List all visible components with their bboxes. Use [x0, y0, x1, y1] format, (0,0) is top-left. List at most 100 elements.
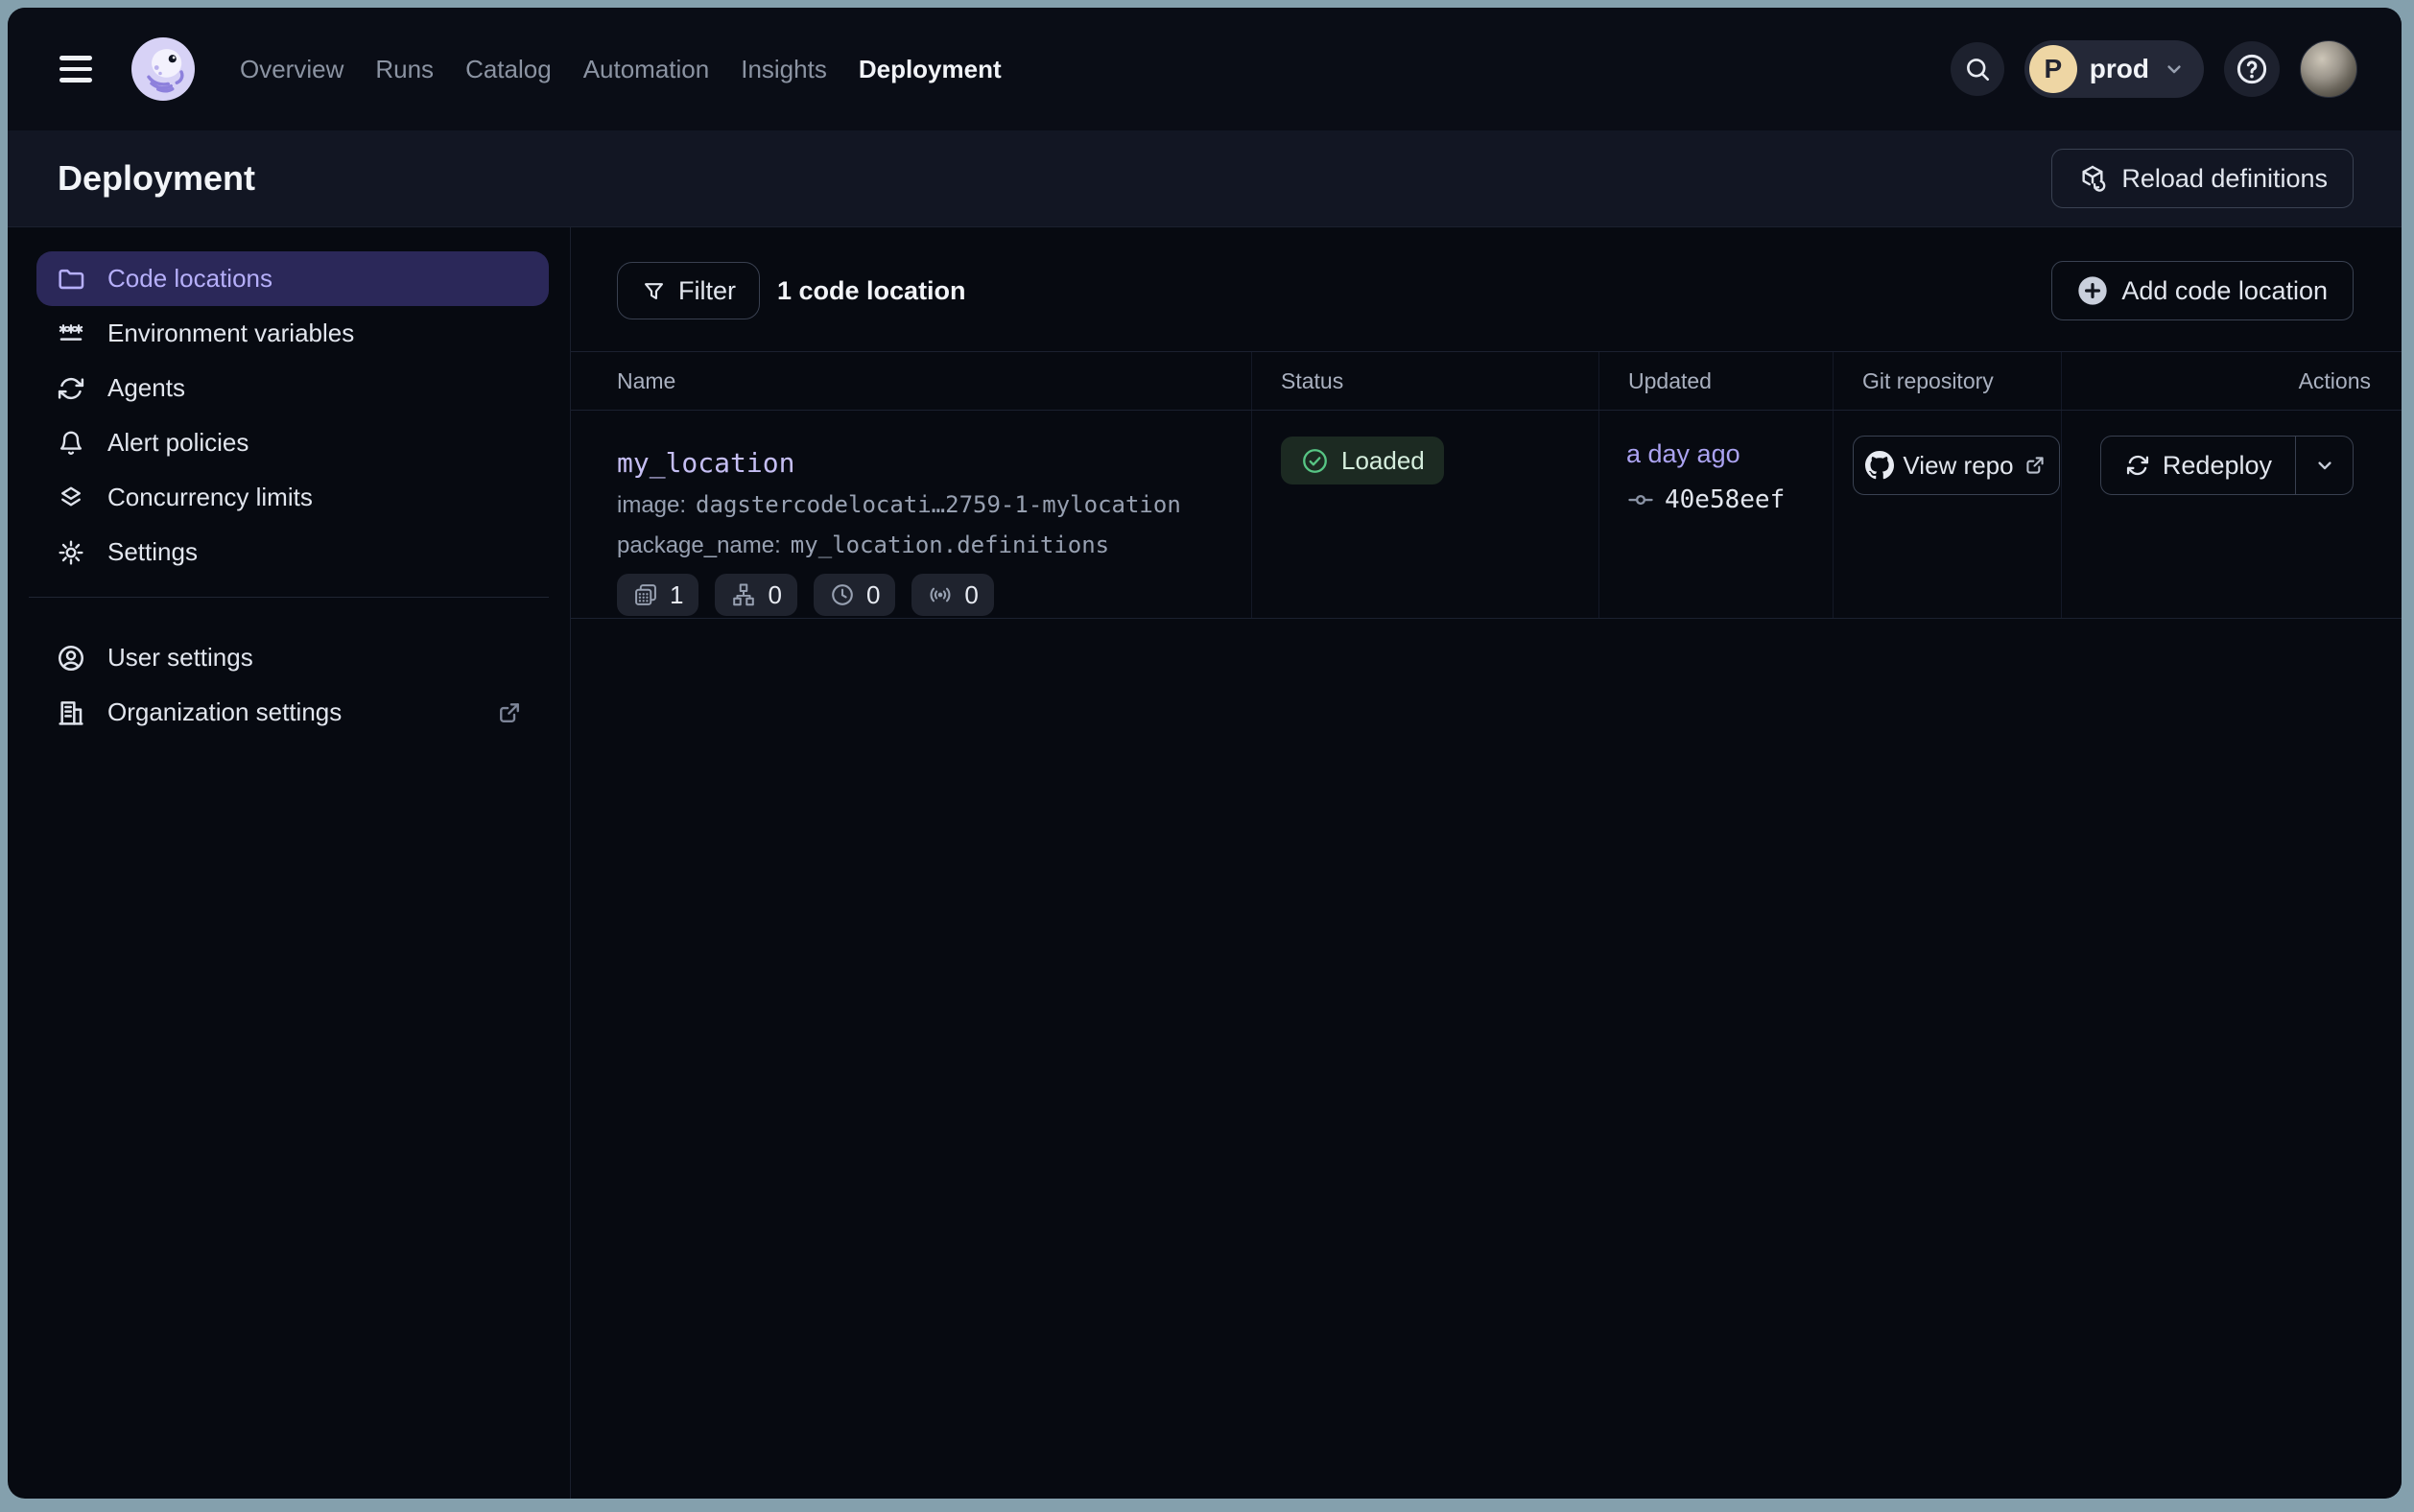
sensors-icon	[927, 581, 954, 608]
add-code-location-label: Add code location	[2121, 276, 2328, 306]
env-vars-icon	[56, 319, 86, 349]
user-avatar[interactable]	[2300, 40, 2357, 98]
plus-circle-icon	[2077, 275, 2108, 306]
package-line: package_name: my_location.definitions	[617, 532, 1232, 559]
user-circle-icon	[56, 643, 86, 673]
sidebar-item-concurrency-limits[interactable]: Concurrency limits	[36, 470, 549, 525]
redeploy-label: Redeploy	[2163, 451, 2272, 481]
package-label: package_name:	[617, 532, 781, 559]
workspace-switcher[interactable]: P prod	[2024, 40, 2204, 98]
updated-timestamp-link[interactable]: a day ago	[1626, 439, 1833, 469]
page-title: Deployment	[58, 158, 255, 199]
gear-icon	[56, 537, 86, 568]
column-header-actions: Actions	[2061, 352, 2402, 410]
chevron-down-icon	[2162, 57, 2187, 82]
toolbar: Filter 1 code location Add code location	[617, 261, 2354, 320]
code-location-link[interactable]: my_location	[617, 447, 1232, 479]
filter-icon	[641, 278, 667, 304]
image-value: dagstercodelocati…2759-1-mylocation	[696, 491, 1181, 518]
code-locations-content: Filter 1 code location Add code location…	[571, 227, 2402, 1499]
redeploy-split-button: Redeploy	[2100, 436, 2354, 495]
deployment-sidebar: Code locations Environment variables	[8, 227, 571, 1499]
sensors-badge[interactable]: 0	[911, 574, 993, 616]
redeploy-icon	[2124, 452, 2151, 479]
column-header-updated: Updated	[1598, 352, 1833, 410]
help-button[interactable]	[2224, 41, 2280, 97]
commit-line: 40e58eef	[1626, 485, 1833, 514]
sidebar-item-alert-policies[interactable]: Alert policies	[36, 415, 549, 470]
chevron-down-icon	[2312, 453, 2337, 478]
nav-item-runs[interactable]: Runs	[375, 55, 434, 84]
sidebar-item-label: Code locations	[107, 264, 272, 294]
sidebar-item-user-settings[interactable]: User settings	[36, 630, 549, 685]
sidebar-item-code-locations[interactable]: Code locations	[36, 251, 549, 306]
reload-definitions-icon	[2077, 163, 2108, 194]
sidebar-item-label: Agents	[107, 373, 185, 403]
package-value: my_location.definitions	[791, 532, 1109, 558]
schedules-count: 0	[866, 580, 880, 610]
help-icon	[2234, 51, 2270, 87]
bell-icon	[56, 428, 86, 459]
column-header-git-repository: Git repository	[1833, 352, 2061, 410]
search-button[interactable]	[1951, 42, 2004, 96]
sidebar-item-organization-settings[interactable]: Organization settings	[36, 685, 549, 740]
status-label: Loaded	[1341, 446, 1425, 476]
view-repo-label: View repo	[1903, 451, 2013, 481]
folder-icon	[56, 264, 86, 295]
asset-graph-badge[interactable]: 0	[715, 574, 796, 616]
definition-count-badges: 1	[617, 574, 1232, 616]
jobs-count: 1	[670, 580, 683, 610]
search-icon	[1963, 55, 1992, 83]
app-window: Overview Runs Catalog Automation Insight…	[8, 8, 2402, 1499]
reload-definitions-button[interactable]: Reload definitions	[2051, 149, 2354, 208]
commit-hash: 40e58eef	[1665, 485, 1785, 514]
commit-icon	[1626, 485, 1655, 514]
hamburger-menu-icon[interactable]	[59, 56, 92, 83]
nav-item-catalog[interactable]: Catalog	[465, 55, 552, 84]
actions-cell: Redeploy	[2061, 411, 2402, 618]
sync-icon	[56, 373, 86, 404]
sidebar-item-label: Organization settings	[107, 697, 342, 727]
sidebar-item-settings[interactable]: Settings	[36, 525, 549, 579]
git-repository-cell: View repo	[1833, 411, 2061, 618]
sidebar-item-environment-variables[interactable]: Environment variables	[36, 306, 549, 361]
dagster-logo-icon[interactable]	[129, 35, 198, 104]
filter-label: Filter	[678, 276, 736, 306]
name-cell: my_location image: dagstercodelocati…275…	[571, 411, 1251, 618]
external-link-icon	[2023, 453, 2047, 478]
schedules-icon	[829, 581, 856, 608]
workspace-avatar: P	[2029, 45, 2077, 93]
page-header: Deployment Reload definitions	[8, 130, 2402, 227]
primary-nav: Overview Runs Catalog Automation Insight…	[240, 55, 1002, 84]
jobs-icon	[632, 581, 659, 608]
workspace-name: prod	[2090, 54, 2149, 84]
image-label: image:	[617, 492, 686, 519]
nav-item-insights[interactable]: Insights	[741, 55, 827, 84]
building-icon	[56, 697, 86, 728]
nav-item-deployment[interactable]: Deployment	[859, 55, 1002, 84]
sidebar-item-label: Settings	[107, 537, 198, 567]
view-repo-button[interactable]: View repo	[1853, 436, 2060, 495]
asset-graph-count: 0	[768, 580, 781, 610]
nav-item-overview[interactable]: Overview	[240, 55, 343, 84]
redeploy-more-button[interactable]	[2295, 437, 2353, 494]
reload-definitions-label: Reload definitions	[2121, 164, 2328, 194]
nav-item-automation[interactable]: Automation	[583, 55, 710, 84]
sensors-count: 0	[964, 580, 978, 610]
image-line: image: dagstercodelocati…2759-1-mylocati…	[617, 491, 1232, 519]
navbar-right: P prod	[1951, 40, 2357, 98]
check-circle-icon	[1300, 446, 1330, 476]
github-icon	[1865, 451, 1894, 480]
add-code-location-button[interactable]: Add code location	[2051, 261, 2354, 320]
jobs-badge[interactable]: 1	[617, 574, 698, 616]
redeploy-button[interactable]: Redeploy	[2101, 437, 2295, 494]
layers-icon	[56, 483, 86, 513]
code-location-count: 1 code location	[777, 276, 966, 306]
sidebar-item-label: Concurrency limits	[107, 483, 313, 512]
schedules-badge[interactable]: 0	[814, 574, 895, 616]
filter-button[interactable]: Filter	[617, 262, 760, 319]
main-area: Code locations Environment variables	[8, 227, 2402, 1499]
sidebar-item-agents[interactable]: Agents	[36, 361, 549, 415]
sidebar-divider	[29, 597, 549, 598]
table-header-row: Name Status Updated Git repository Actio…	[571, 351, 2402, 411]
